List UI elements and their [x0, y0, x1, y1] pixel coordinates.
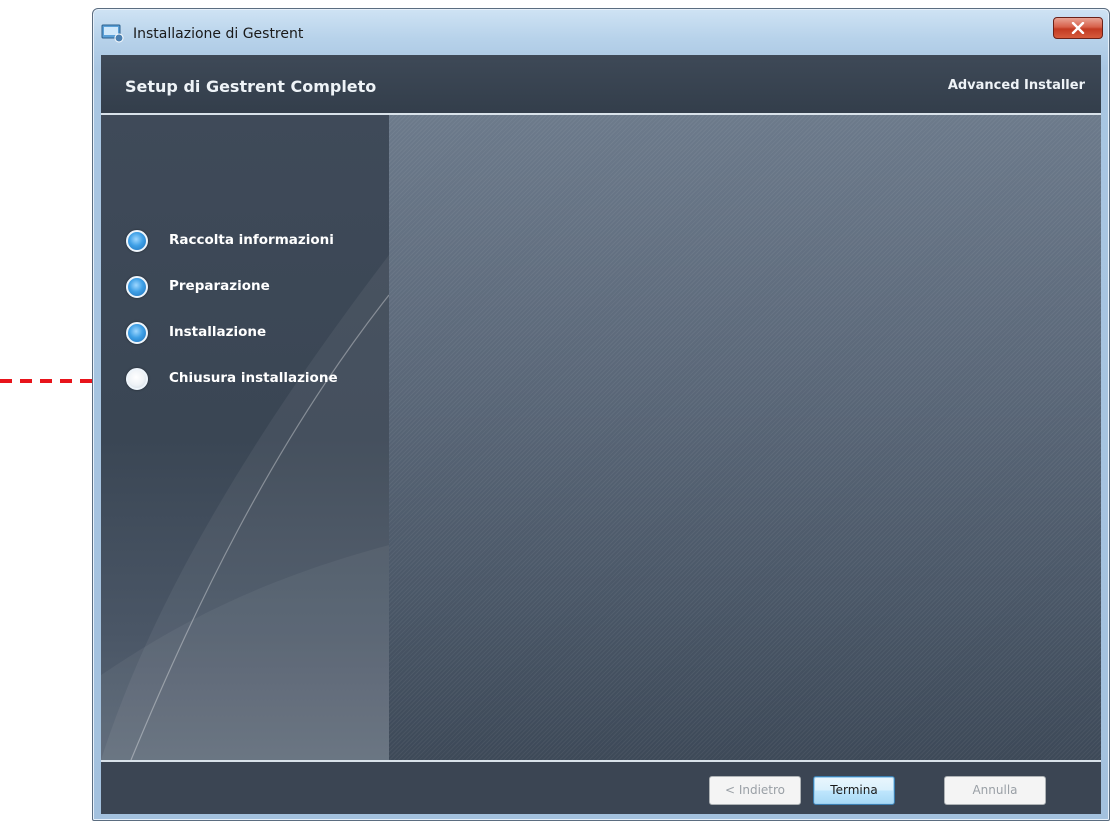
steps-list: Raccolta informazioni Preparazione Insta… [101, 227, 389, 411]
title-bar[interactable]: Installazione di Gestrent [93, 9, 1109, 55]
step-label: Installazione [169, 324, 267, 340]
step-item: Raccolta informazioni [101, 227, 389, 273]
window-title: Installazione di Gestrent [133, 26, 304, 42]
step-completed-icon [126, 322, 148, 344]
steps-panel: Raccolta informazioni Preparazione Insta… [101, 115, 389, 760]
step-item-current: Chiusura installazione [101, 365, 389, 411]
brand-label: Advanced Installer [947, 78, 1085, 93]
step-item: Preparazione [101, 273, 389, 319]
content-area [389, 115, 1101, 760]
page-title: Setup di Gestrent Completo [125, 77, 377, 96]
step-label: Preparazione [169, 278, 270, 294]
back-button[interactable]: < Indietro [709, 776, 801, 805]
installer-client-area: Setup di Gestrent Completo Advanced Inst… [101, 55, 1101, 814]
step-completed-icon [126, 276, 148, 298]
button-bar: < Indietro Termina Annulla [101, 760, 1101, 814]
installer-icon [101, 24, 124, 43]
decorative-curve [101, 255, 389, 760]
step-completed-icon [126, 230, 148, 252]
close-icon [1071, 22, 1085, 34]
header-banner: Setup di Gestrent Completo Advanced Inst… [101, 55, 1101, 115]
step-current-icon [126, 368, 148, 390]
step-label: Chiusura installazione [169, 370, 338, 386]
installer-window: Installazione di Gestrent Setup di Gestr… [92, 8, 1110, 821]
step-label: Raccolta informazioni [169, 232, 334, 248]
close-button[interactable] [1053, 17, 1103, 39]
finish-button[interactable]: Termina [813, 776, 895, 805]
cancel-button[interactable]: Annulla [944, 776, 1046, 805]
step-item: Installazione [101, 319, 389, 365]
